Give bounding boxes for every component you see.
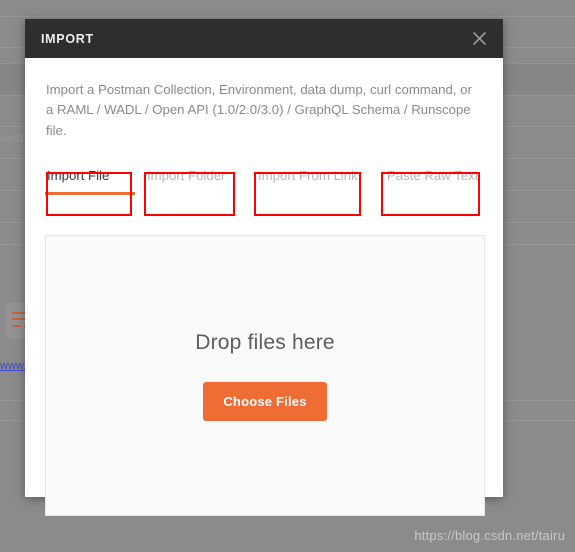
- tab-import-file[interactable]: Import File: [47, 158, 109, 192]
- import-modal: IMPORT Import a Postman Collection, Envi…: [25, 19, 503, 516]
- tab-label: Import File: [47, 167, 110, 183]
- tab-paste-raw-text[interactable]: Paste Raw Text: [387, 158, 478, 192]
- tab-import-from-link[interactable]: Import From Link: [258, 158, 358, 192]
- tab-label: Import From Link: [258, 167, 358, 183]
- tab-label: Paste Raw Text: [387, 167, 479, 183]
- modal-description: Import a Postman Collection, Environment…: [46, 82, 472, 138]
- backdrop-text-fragment: uest: [0, 131, 24, 145]
- close-icon[interactable]: [467, 27, 491, 51]
- file-dropzone[interactable]: Drop files here Choose Files: [45, 235, 485, 516]
- choose-files-button[interactable]: Choose Files: [203, 381, 327, 421]
- tab-label: Import Folder: [147, 167, 226, 183]
- active-tab-underline: [45, 192, 135, 196]
- dropzone-label: Drop files here: [195, 330, 335, 354]
- watermark: https://blog.csdn.net/tairu: [414, 528, 565, 543]
- import-tabs: Import File Import Folder Import From Li…: [45, 158, 483, 196]
- modal-body: Import a Postman Collection, Environment…: [25, 58, 503, 516]
- modal-header: IMPORT: [25, 19, 503, 58]
- tab-import-folder[interactable]: Import Folder: [147, 158, 225, 192]
- modal-title: IMPORT: [41, 31, 94, 46]
- backdrop-row-divider: [0, 16, 575, 17]
